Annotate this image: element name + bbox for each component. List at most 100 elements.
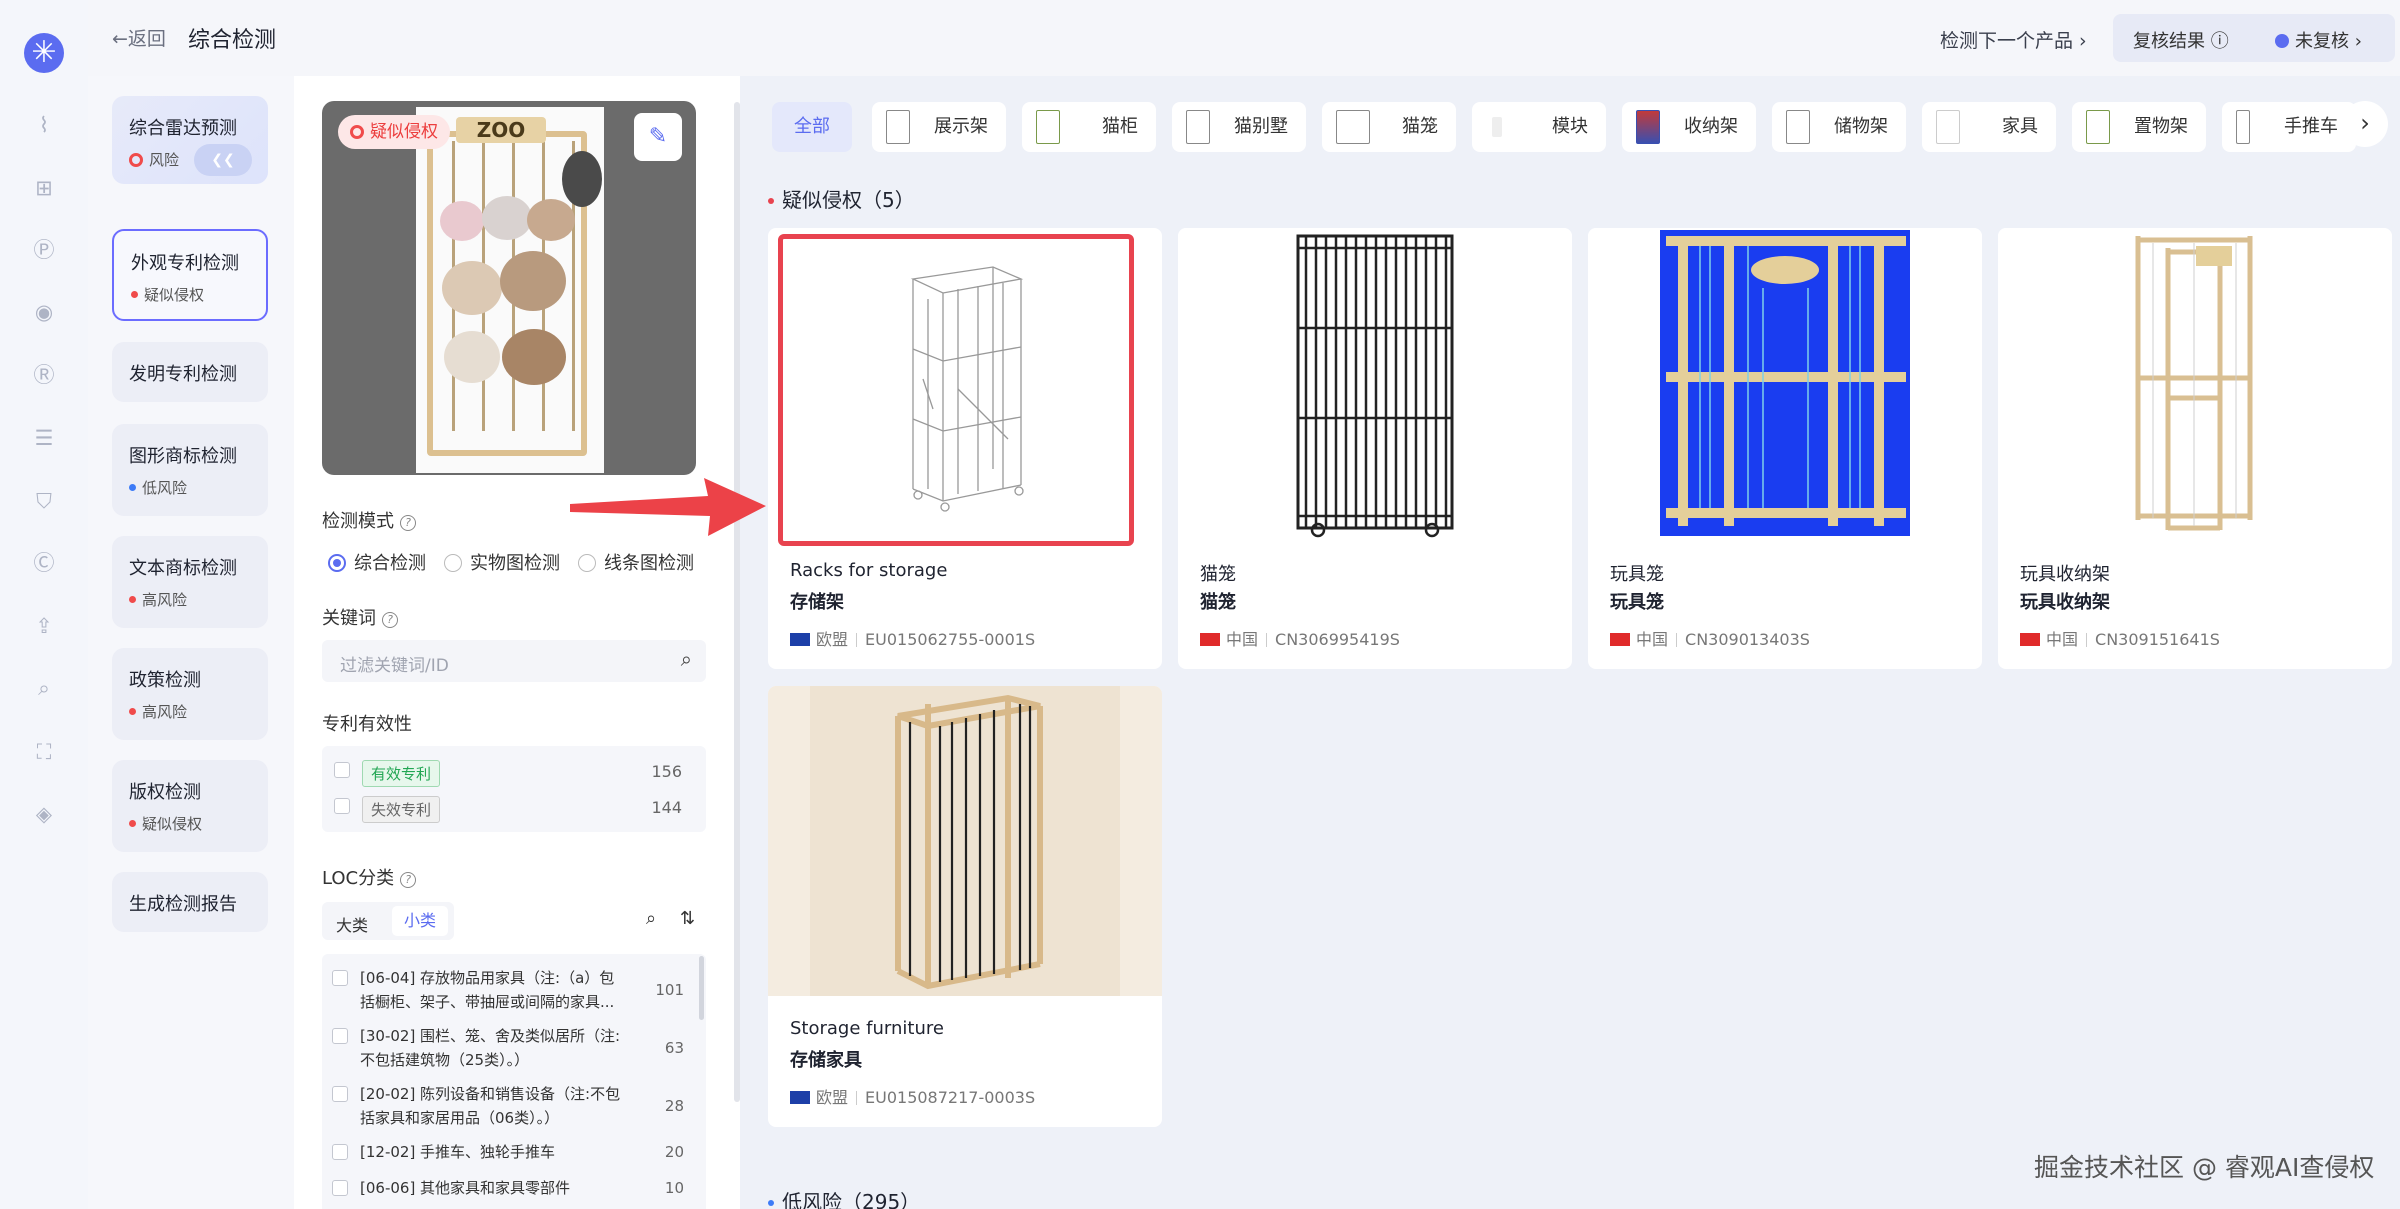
nav-copyright[interactable]: 版权检测 疑似侵权 bbox=[112, 760, 268, 852]
nav-radar-prediction[interactable]: 综合雷达预测 风险 ❮❮ bbox=[112, 96, 268, 184]
section-dot-icon bbox=[768, 198, 774, 204]
app-logo-icon[interactable]: ✳ bbox=[24, 33, 64, 73]
thumbnail-icon bbox=[1492, 117, 1502, 137]
product-preview-image[interactable]: ZOO 疑似侵权 ✎ bbox=[322, 101, 696, 475]
icon-rail: ✳ ⌇ ⊞ Ⓟ ◉ Ⓡ ☰ ⛉ Ⓒ ⇪ ⌕ ⛶ ◈ bbox=[0, 0, 88, 1209]
result-image[interactable] bbox=[1588, 228, 1982, 538]
result-id[interactable]: CN309151641S bbox=[2095, 630, 2220, 649]
checkbox-icon[interactable] bbox=[332, 1144, 348, 1160]
help-icon[interactable]: ? bbox=[400, 872, 417, 888]
p-icon[interactable]: Ⓟ bbox=[29, 235, 59, 265]
loc-scrollbar[interactable] bbox=[699, 956, 704, 1020]
validity-option-invalid[interactable]: 失效专利 144 bbox=[334, 796, 694, 823]
review-status-button[interactable]: 未复核 › bbox=[2275, 27, 2362, 53]
result-card[interactable]: Storage furniture 存储家具 欧盟 EU015087217-000… bbox=[768, 686, 1162, 1127]
risk-ring-icon bbox=[129, 153, 143, 167]
loc-text: [06-06] 其他家具和家具零部件 bbox=[360, 1179, 571, 1197]
result-meta: 中国 CN309013403S bbox=[1610, 626, 1810, 650]
nav-design-patent[interactable]: 外观专利检测 疑似侵权 bbox=[112, 229, 268, 321]
list-item[interactable]: [06-06] 其他家具和家具零部件 10 bbox=[332, 1176, 706, 1202]
nav-text-trademark[interactable]: 文本商标检测 高风险 bbox=[112, 536, 268, 628]
chevron-right-icon[interactable]: › bbox=[2342, 101, 2388, 147]
list-item[interactable]: [20-02] 陈列设备和销售设备（注:不包 括家具和家居用品（06类）。） 2… bbox=[332, 1082, 706, 1132]
chip-trolley[interactable]: 手推车 bbox=[2222, 102, 2356, 152]
thumbnail-icon bbox=[1936, 110, 1960, 144]
result-image[interactable] bbox=[1998, 228, 2392, 538]
tab-minor[interactable]: 小类 bbox=[392, 906, 448, 936]
result-id[interactable]: CN309013403S bbox=[1685, 630, 1810, 649]
result-id[interactable]: EU015062755-0001S bbox=[865, 630, 1035, 649]
nav-generate-report[interactable]: 生成检测报告 bbox=[112, 872, 268, 932]
mode-radio-comprehensive[interactable]: 综合检测 bbox=[328, 549, 426, 575]
invalid-count: 144 bbox=[651, 798, 682, 817]
keyword-search-input[interactable]: 过滤关键词/ID ⌕ bbox=[322, 640, 706, 682]
magic-wand-icon[interactable]: ✎ bbox=[634, 113, 682, 161]
checkbox-icon[interactable] bbox=[332, 1086, 348, 1102]
loc-text: [12-02] 手推车、独轮手推车 bbox=[360, 1143, 556, 1161]
loc-search-icon[interactable]: ⌕ bbox=[646, 908, 656, 929]
list-item[interactable]: [12-02] 手推车、独轮手推车 20 bbox=[332, 1140, 706, 1166]
chip-label: 置物架 bbox=[2134, 116, 2188, 137]
mode-radio-photo[interactable]: 实物图检测 bbox=[444, 549, 560, 575]
bulb-icon[interactable]: ◉ bbox=[29, 297, 59, 327]
back-button[interactable]: ←返回 bbox=[112, 24, 166, 51]
upload-icon[interactable]: ⇪ bbox=[29, 611, 59, 641]
result-image[interactable] bbox=[768, 686, 1162, 996]
search-icon[interactable]: ⌕ bbox=[681, 647, 692, 671]
nav-policy[interactable]: 政策检测 高风险 bbox=[112, 648, 268, 740]
result-image[interactable] bbox=[1178, 228, 1572, 538]
tab-major[interactable]: 大类 bbox=[336, 912, 368, 936]
c-icon[interactable]: Ⓒ bbox=[29, 548, 59, 578]
scan-icon[interactable]: ⛶ bbox=[29, 737, 59, 767]
chip-cat-villa[interactable]: 猫别墅 bbox=[1172, 102, 1306, 152]
nav-invention-patent[interactable]: 发明专利检测 bbox=[112, 342, 268, 402]
nav-item-status: 风险 bbox=[129, 149, 179, 170]
nav-item-title: 发明专利检测 bbox=[129, 364, 237, 385]
result-region: 欧盟 bbox=[816, 630, 849, 649]
help-icon[interactable]: ? bbox=[400, 515, 416, 531]
result-id[interactable]: CN306995419S bbox=[1275, 630, 1400, 649]
next-product-button[interactable]: 检测下一个产品 › bbox=[1940, 26, 2087, 53]
chip-display-rack[interactable]: 展示架 bbox=[872, 102, 1006, 152]
help-icon[interactable]: ? bbox=[382, 612, 398, 628]
chip-all[interactable]: 全部 bbox=[772, 102, 852, 152]
doc-icon[interactable]: ☰ bbox=[29, 423, 59, 453]
chip-module[interactable]: 模块 bbox=[1472, 102, 1606, 152]
checkbox-icon[interactable] bbox=[332, 1028, 348, 1044]
chip-label: 家具 bbox=[2002, 116, 2038, 137]
sort-icon[interactable]: ⇅ bbox=[680, 908, 695, 929]
review-result-button[interactable]: 复核结果 ⓘ bbox=[2133, 27, 2229, 53]
result-name-cn: 存储家具 bbox=[790, 1050, 862, 1071]
list-item[interactable]: [30-02] 围栏、笼、舍及类似居所（注: 不包括建筑物（25类）。） 63 bbox=[332, 1024, 706, 1074]
result-image[interactable] bbox=[778, 234, 1134, 546]
checkbox-icon[interactable] bbox=[334, 798, 350, 814]
filter-scrollbar[interactable] bbox=[734, 102, 740, 1102]
result-card[interactable]: 猫笼 猫笼 中国 CN306995419S bbox=[1178, 228, 1572, 669]
chip-furniture[interactable]: 家具 bbox=[1922, 102, 2056, 152]
shield-check-icon[interactable]: ⛉ bbox=[29, 486, 59, 516]
result-card[interactable]: Racks for storage 存储架 欧盟 EU015062755-0001… bbox=[768, 228, 1162, 669]
nav-graphic-trademark[interactable]: 图形商标检测 低风险 bbox=[112, 424, 268, 516]
chip-cat-cage[interactable]: 猫笼 bbox=[1322, 102, 1456, 152]
chip-storage-shelf[interactable]: 储物架 bbox=[1772, 102, 1906, 152]
grid-add-icon[interactable]: ⊞ bbox=[29, 173, 59, 203]
checkbox-icon[interactable] bbox=[332, 1180, 348, 1196]
tag-icon[interactable]: ◈ bbox=[29, 799, 59, 829]
result-card[interactable]: 玩具收纳架 玩具收纳架 中国 CN309151641S bbox=[1998, 228, 2392, 669]
storage-furniture-photo bbox=[810, 686, 1120, 996]
result-id[interactable]: EU015087217-0003S bbox=[865, 1088, 1035, 1107]
chip-cat-cabinet[interactable]: 猫柜 bbox=[1022, 102, 1156, 152]
chip-storage-rack[interactable]: 收纳架 bbox=[1622, 102, 1756, 152]
checkbox-icon[interactable] bbox=[332, 970, 348, 986]
radar-toggle-icon[interactable]: ❮❮ bbox=[194, 144, 252, 176]
r-icon[interactable]: Ⓡ bbox=[29, 360, 59, 390]
result-card[interactable]: 玩具笼 玩具笼 中国 CN309013403S bbox=[1588, 228, 1982, 669]
list-item[interactable]: [06-04] 存放物品用家具（注:（a）包 括橱柜、架子、带抽屉或间隔的家具.… bbox=[332, 966, 706, 1016]
mode-label-text: 检测模式 bbox=[322, 511, 394, 532]
validity-option-valid[interactable]: 有效专利 156 bbox=[334, 760, 694, 787]
mode-radio-line[interactable]: 线条图检测 bbox=[578, 549, 694, 575]
chip-shelf[interactable]: 置物架 bbox=[2072, 102, 2206, 152]
search-zoom-icon[interactable]: ⌕ bbox=[29, 673, 59, 703]
checkbox-icon[interactable] bbox=[334, 762, 350, 778]
chart-icon[interactable]: ⌇ bbox=[29, 110, 59, 140]
